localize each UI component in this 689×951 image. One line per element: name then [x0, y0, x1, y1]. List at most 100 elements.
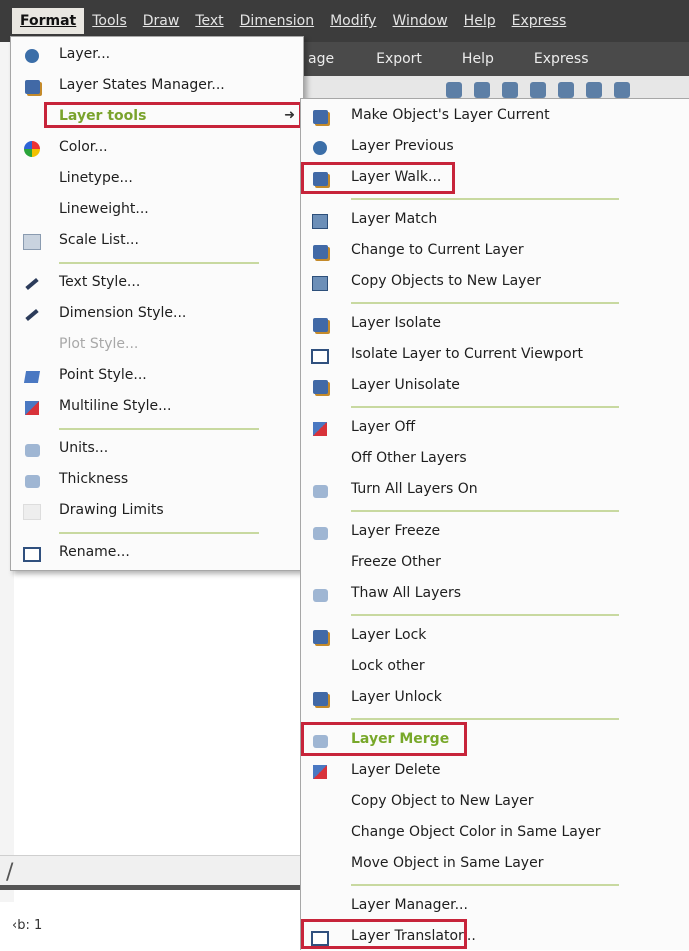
- menu-window[interactable]: Window: [384, 8, 455, 34]
- menu-item-label: Layer Off: [351, 419, 416, 435]
- make-current-icon: [311, 108, 329, 126]
- menu-item-label: Copy Object to New Layer: [351, 793, 534, 809]
- menu-item-layer-previous[interactable]: Layer Previous: [301, 133, 689, 161]
- menu-item-label: Off Other Layers: [351, 450, 467, 466]
- menu-item-color[interactable]: Color...: [11, 134, 303, 162]
- ribbon-tab-help[interactable]: Help: [462, 51, 494, 67]
- menu-item-label: Layer Unlock: [351, 689, 442, 705]
- menu-item-label: Copy Objects to New Layer: [351, 273, 541, 289]
- change-current-icon: [311, 243, 329, 261]
- menu-item-linetype[interactable]: Linetype...: [11, 165, 303, 193]
- menu-item-label: Layer Unisolate: [351, 377, 460, 393]
- menu-item-layer[interactable]: Layer...: [11, 41, 303, 69]
- divider: [0, 885, 303, 890]
- menu-item-label: Layer States Manager...: [59, 77, 225, 93]
- toolbar-layer-icon[interactable]: [586, 82, 602, 98]
- menu-item-lineweight[interactable]: Lineweight...: [11, 196, 303, 224]
- menu-express[interactable]: Express: [504, 8, 575, 34]
- toolbar-layer-icon[interactable]: [502, 82, 518, 98]
- menu-item-layer-freeze[interactable]: Layer Freeze: [301, 518, 689, 546]
- menu-item-layer-match[interactable]: Layer Match: [301, 206, 689, 234]
- scale-list-icon: [23, 233, 41, 251]
- layer-lock-icon: [311, 628, 329, 646]
- highlight-layer-tools: [44, 102, 302, 128]
- toolbar-layer-icon[interactable]: [530, 82, 546, 98]
- menu-separator: [351, 718, 619, 720]
- toolbar-layer-icon[interactable]: [474, 82, 490, 98]
- menu-item-layer-states-manager[interactable]: Layer States Manager...: [11, 72, 303, 100]
- menu-item-units[interactable]: Units...: [11, 435, 303, 463]
- menu-item-make-objects-layer-current[interactable]: Make Object's Layer Current: [301, 102, 689, 130]
- layer-unlock-icon: [311, 690, 329, 708]
- menu-item-label: Change to Current Layer: [351, 242, 524, 258]
- menu-item-layer-unlock[interactable]: Layer Unlock: [301, 684, 689, 712]
- layer-states-icon: [23, 78, 41, 96]
- layer-unisolate-icon: [311, 378, 329, 396]
- menu-item-label: Layer...: [59, 46, 111, 62]
- multiline-style-icon: [23, 399, 41, 417]
- menu-item-layer-lock[interactable]: Layer Lock: [301, 622, 689, 650]
- menu-item-freeze-other[interactable]: Freeze Other: [301, 549, 689, 577]
- toolbar-layer-icon[interactable]: [446, 82, 462, 98]
- layer-icon: [23, 47, 41, 65]
- menu-item-layer-isolate[interactable]: Layer Isolate: [301, 310, 689, 338]
- drawing-limits-icon: [23, 503, 41, 521]
- menu-item-change-to-current-layer[interactable]: Change to Current Layer: [301, 237, 689, 265]
- menu-item-label: Isolate Layer to Current Viewport: [351, 346, 583, 362]
- layer-match-icon: [311, 212, 329, 230]
- menu-item-label: Layer Isolate: [351, 315, 442, 331]
- text-style-icon: [23, 275, 41, 293]
- menu-item-layer-delete[interactable]: Layer Delete: [301, 757, 689, 785]
- menu-item-change-object-color-in-same-layer[interactable]: Change Object Color in Same Layer: [301, 819, 689, 847]
- menu-format[interactable]: Format: [12, 8, 85, 34]
- highlight-layer-merge: [301, 722, 467, 756]
- menu-item-label: Drawing Limits: [59, 502, 164, 518]
- layer-previous-icon: [311, 139, 329, 157]
- menu-text[interactable]: Text: [187, 8, 231, 34]
- menu-item-thaw-all-layers[interactable]: Thaw All Layers: [301, 580, 689, 608]
- toolbar-layer-icon[interactable]: [558, 82, 574, 98]
- menu-item-label: Thickness: [59, 471, 129, 487]
- menu-dimension[interactable]: Dimension: [232, 8, 322, 34]
- menu-draw[interactable]: Draw: [135, 8, 188, 34]
- menu-item-layer-unisolate[interactable]: Layer Unisolate: [301, 372, 689, 400]
- menu-item-lock-other[interactable]: Lock other: [301, 653, 689, 681]
- thickness-icon: [23, 472, 41, 490]
- menu-item-label: Scale List...: [59, 232, 139, 248]
- toolbar-layer-icon[interactable]: [614, 82, 630, 98]
- menu-item-off-other-layers[interactable]: Off Other Layers: [301, 445, 689, 473]
- menu-item-label: Plot Style...: [59, 336, 139, 352]
- menu-item-text-style[interactable]: Text Style...: [11, 269, 303, 297]
- menu-item-layer-off[interactable]: Layer Off: [301, 414, 689, 442]
- color-wheel-icon: [23, 140, 41, 158]
- menu-item-plot-style: Plot Style...: [11, 331, 303, 359]
- menu-tools[interactable]: Tools: [84, 8, 135, 34]
- menu-item-label: Layer Freeze: [351, 523, 441, 539]
- point-style-icon: [23, 368, 41, 386]
- menu-item-thickness[interactable]: Thickness: [11, 466, 303, 494]
- menu-item-layer-manager[interactable]: Layer Manager...: [301, 892, 689, 920]
- ribbon-tab-export[interactable]: Export: [376, 51, 422, 67]
- menu-help[interactable]: Help: [456, 8, 504, 34]
- tab-scroll-icon[interactable]: /: [6, 860, 13, 885]
- menu-item-rename[interactable]: Rename...: [11, 539, 303, 567]
- menu-modify[interactable]: Modify: [322, 8, 384, 34]
- menu-item-turn-all-layers-on[interactable]: Turn All Layers On: [301, 476, 689, 504]
- menu-item-copy-objects-to-new-layer[interactable]: Copy Objects to New Layer: [301, 268, 689, 296]
- menu-item-scale-list[interactable]: Scale List...: [11, 227, 303, 255]
- menu-item-copy-object-to-new-layer[interactable]: Copy Object to New Layer: [301, 788, 689, 816]
- menu-item-point-style[interactable]: Point Style...: [11, 362, 303, 390]
- ribbon-tab-manage[interactable]: age: [308, 51, 334, 67]
- menu-item-move-object-in-same-layer[interactable]: Move Object in Same Layer: [301, 850, 689, 878]
- ribbon-tab-express[interactable]: Express: [534, 51, 589, 67]
- menu-item-drawing-limits[interactable]: Drawing Limits: [11, 497, 303, 525]
- menu-separator: [351, 198, 619, 200]
- menu-separator: [59, 262, 259, 264]
- menu-item-label: Lineweight...: [59, 201, 149, 217]
- menu-item-dimension-style[interactable]: Dimension Style...: [11, 300, 303, 328]
- menu-item-isolate-layer-to-current-viewport[interactable]: Isolate Layer to Current Viewport: [301, 341, 689, 369]
- menu-item-label: Layer Match: [351, 211, 438, 227]
- copy-objects-icon: [311, 274, 329, 292]
- menu-item-multiline-style[interactable]: Multiline Style...: [11, 393, 303, 421]
- menu-item-label: Lock other: [351, 658, 425, 674]
